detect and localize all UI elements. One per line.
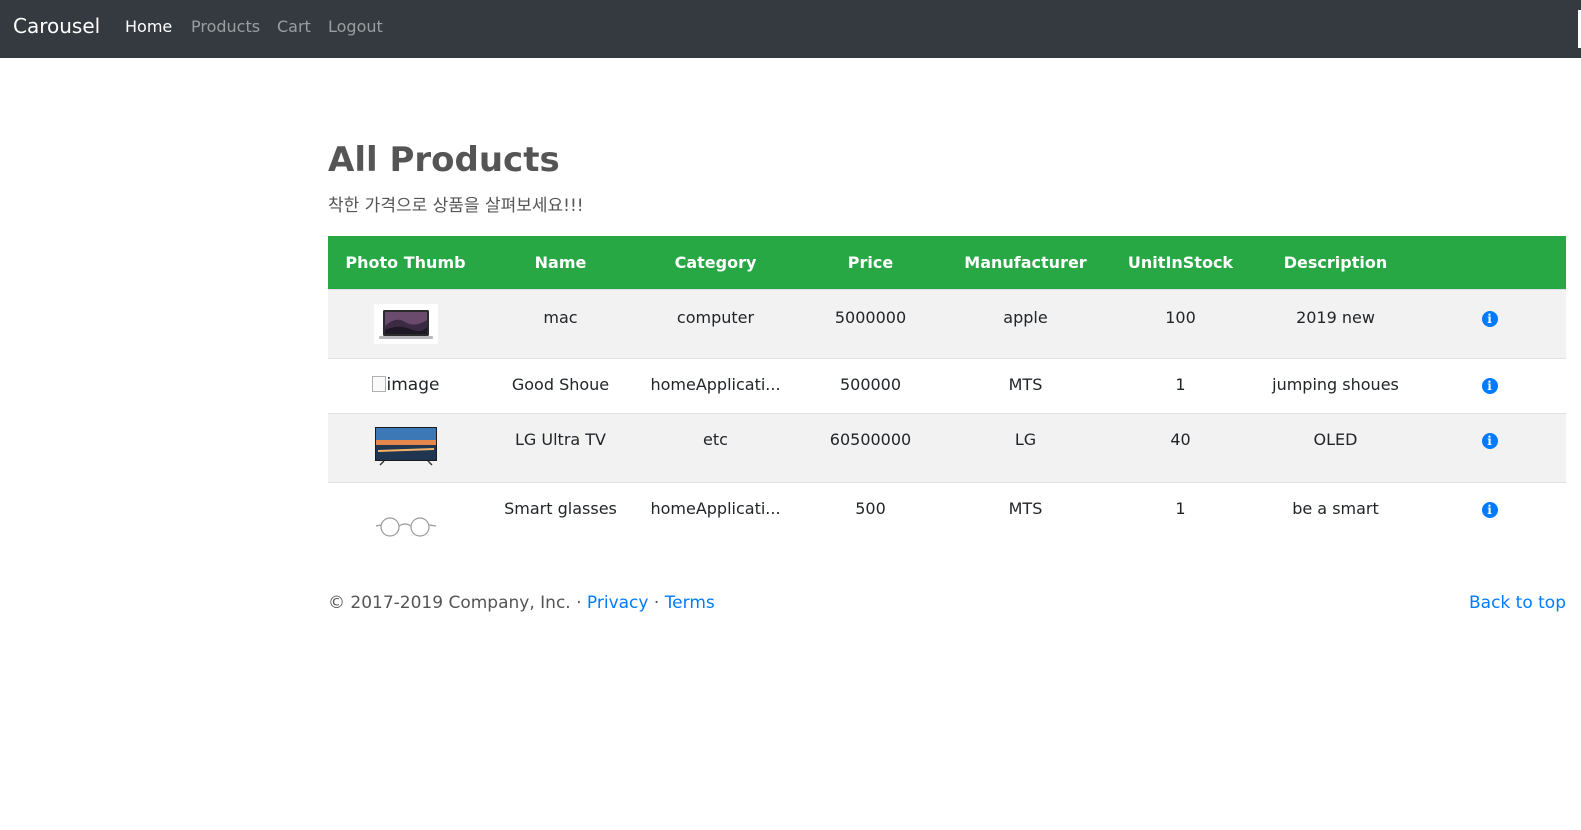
description-cell: be a smart [1258,481,1413,559]
category-cell: computer [638,288,793,358]
price-cell: 60500000 [793,412,948,482]
broken-image: image [371,375,439,395]
nav-cart-link[interactable]: Cart [277,17,311,36]
info-icon[interactable]: i [1481,501,1498,518]
description-cell: jumping shoues [1258,357,1413,413]
info-icon[interactable]: i [1481,310,1498,327]
privacy-link[interactable]: Privacy [587,593,649,613]
header-category: Category [638,236,793,289]
header-unit-in-stock: UnitInStock [1103,236,1258,289]
header-manufacturer: Manufacturer [948,236,1103,289]
description-cell: OLED [1258,412,1413,482]
action-cell: i [1413,357,1566,413]
name-cell: Smart glasses [483,481,638,559]
manufacturer-cell: MTS [948,481,1103,559]
name-cell: LG Ultra TV [483,412,638,482]
action-cell: i [1413,481,1566,559]
table-row: Smart glasses homeApplicati... 500 MTS 1… [328,481,1566,559]
manufacturer-cell: MTS [948,357,1103,413]
navbar: Carousel Home Products Cart Logout [0,0,1581,58]
action-cell: i [1413,412,1566,482]
products-table: Photo Thumb Name Category Price Manufact… [328,236,1566,559]
nav-home-link[interactable]: Home [125,17,172,36]
table-row: LG Ultra TV etc 60500000 LG 40 OLED i [328,412,1566,482]
stock-cell: 1 [1103,357,1258,413]
header-photo-thumb: Photo Thumb [328,236,483,289]
footer-separator: · [648,593,665,613]
page-title: All Products [328,140,560,180]
info-icon[interactable]: i [1481,432,1498,449]
name-cell: Good Shoue [483,357,638,413]
price-cell: 500 [793,481,948,559]
nav-products-link[interactable]: Products [191,17,260,36]
price-cell: 500000 [793,357,948,413]
thumb-cell [328,481,483,559]
stock-cell: 40 [1103,412,1258,482]
thumb-cell [328,288,483,358]
back-to-top-link[interactable]: Back to top [1469,593,1566,613]
thumb-cell [328,412,483,482]
description-cell: 2019 new [1258,288,1413,358]
table-header-row: Photo Thumb Name Category Price Manufact… [328,236,1566,289]
category-cell: etc [638,412,793,482]
header-name: Name [483,236,638,289]
name-cell: mac [483,288,638,358]
page-subtitle: 착한 가격으로 상품을 살펴보세요!!! [328,196,584,216]
thumb-cell: image [328,357,483,413]
table-row: mac computer 5000000 apple 100 2019 new … [328,288,1566,358]
header-action [1413,236,1566,289]
price-cell: 5000000 [793,288,948,358]
manufacturer-cell: apple [948,288,1103,358]
brand-link[interactable]: Carousel [13,14,100,38]
laptop-image [373,303,438,344]
nav-logout-link[interactable]: Logout [328,17,383,36]
footer: © 2017-2019 Company, Inc. · Privacy · Te… [328,593,1566,613]
stock-cell: 1 [1103,481,1258,559]
glasses-image [373,498,438,539]
copyright-text: © 2017-2019 Company, Inc. · [328,593,587,613]
header-price: Price [793,236,948,289]
info-icon[interactable]: i [1481,377,1498,394]
category-cell: homeApplicati... [638,357,793,413]
manufacturer-cell: LG [948,412,1103,482]
terms-link[interactable]: Terms [665,593,715,613]
header-description: Description [1258,236,1413,289]
table-row: image Good Shoue homeApplicati... 500000… [328,357,1566,413]
category-cell: homeApplicati... [638,481,793,559]
tv-image [373,425,438,466]
action-cell: i [1413,288,1566,358]
stock-cell: 100 [1103,288,1258,358]
